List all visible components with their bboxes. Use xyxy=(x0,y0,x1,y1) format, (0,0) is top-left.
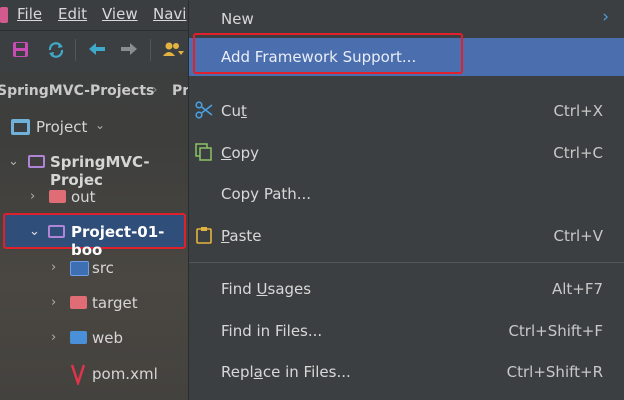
copy-icon xyxy=(195,143,212,161)
menu-item-replace-in-files[interactable]: Replace in Files... Ctrl+Shift+R xyxy=(189,353,624,391)
chevron-down-icon[interactable]: ⌄ xyxy=(29,224,40,239)
sync-icon[interactable] xyxy=(47,41,65,59)
ide-window: File Edit View Navi SpringMVC-Projects ›… xyxy=(0,0,190,400)
menu-item-find-in-files[interactable]: Find in Files... Ctrl+Shift+F xyxy=(189,312,624,350)
menu-item-label: New xyxy=(221,10,254,28)
main-toolbar xyxy=(0,31,190,71)
chevron-right-icon[interactable]: › xyxy=(30,189,35,204)
excluded-folder-icon xyxy=(70,296,87,309)
shortcut-label: Ctrl+Shift+R xyxy=(506,363,603,381)
tree-item-label: target xyxy=(92,294,138,312)
menu-item-find-usages[interactable]: Find Usages Alt+F7 xyxy=(189,270,624,308)
menu-item-cut[interactable]: Cut Ctrl+X xyxy=(189,92,624,130)
source-folder-icon xyxy=(70,261,89,276)
menu-file[interactable]: File xyxy=(17,5,42,23)
chevron-right-icon[interactable]: › xyxy=(51,295,56,310)
menu-item-copy-path[interactable]: Copy Path... xyxy=(189,175,624,213)
maven-file-icon xyxy=(70,364,86,385)
annotation-highlight-box xyxy=(193,33,463,74)
tree-item-web[interactable]: › web xyxy=(0,321,190,355)
toolbar-separator xyxy=(150,39,151,61)
tree-item-label: out xyxy=(71,188,96,206)
tree-item-out[interactable]: › out xyxy=(0,180,190,214)
menu-item-label: Replace in Files... xyxy=(221,363,351,381)
submenu-arrow-icon: › xyxy=(602,7,609,27)
shortcut-label: Alt+F7 xyxy=(551,280,603,298)
tree-item-pom[interactable]: pom.xml xyxy=(0,357,190,391)
back-arrow-icon[interactable] xyxy=(88,41,106,57)
shortcut-label: Ctrl+X xyxy=(553,102,603,120)
menu-navigate[interactable]: Navi xyxy=(153,5,186,23)
project-view-selector[interactable]: Project ⌄ xyxy=(0,110,190,144)
menu-item-label: Cut xyxy=(221,102,247,120)
breadcrumb-child[interactable]: Pr xyxy=(172,83,189,99)
breadcrumb-chevron-icon: › xyxy=(152,82,158,98)
tree-item-label: pom.xml xyxy=(92,365,158,383)
menu-edit[interactable]: Edit xyxy=(58,5,87,23)
menu-item-label: Copy xyxy=(221,144,260,162)
forward-arrow-icon[interactable] xyxy=(120,41,138,57)
menu-item-label: Find in Files... xyxy=(221,322,323,340)
menu-separator xyxy=(189,262,624,263)
shortcut-label: Ctrl+V xyxy=(553,227,603,245)
chevron-down-icon[interactable]: ⌄ xyxy=(8,154,19,169)
tree-item-target[interactable]: › target xyxy=(0,286,190,320)
chevron-down-icon: ⌄ xyxy=(95,118,106,132)
web-folder-icon xyxy=(70,331,87,344)
clipboard-icon xyxy=(196,227,212,244)
breadcrumb: SpringMVC-Projects › Pr xyxy=(0,75,190,105)
menu-view[interactable]: View xyxy=(102,5,138,23)
menu-item-label: Find Usages xyxy=(221,280,312,298)
menu-item-label: Copy Path... xyxy=(221,185,312,203)
tree-item-root-module[interactable]: ⌄ SpringMVC-Projec xyxy=(0,145,190,189)
users-icon[interactable] xyxy=(162,41,184,57)
module-folder-icon xyxy=(48,225,65,238)
save-all-icon[interactable] xyxy=(12,41,29,58)
main-menubar: File Edit View Navi xyxy=(0,0,190,31)
project-view-label: Project xyxy=(36,118,88,136)
excluded-folder-icon xyxy=(49,190,66,203)
app-logo-icon xyxy=(0,7,8,23)
module-folder-icon xyxy=(28,155,45,168)
shortcut-label: Ctrl+Shift+F xyxy=(508,322,603,340)
shortcut-label: Ctrl+C xyxy=(553,144,603,162)
menu-item-paste[interactable]: Paste Ctrl+V xyxy=(189,217,624,255)
context-menu: New › Add Framework Support... Cut Ctrl+… xyxy=(188,0,624,400)
project-view-icon xyxy=(11,119,30,135)
scissors-icon xyxy=(195,101,213,119)
menu-item-copy[interactable]: Copy Ctrl+C xyxy=(189,134,624,172)
tree-item-label: web xyxy=(92,329,124,347)
breadcrumb-root[interactable]: SpringMVC-Projects xyxy=(0,83,154,99)
chevron-right-icon[interactable]: › xyxy=(51,260,56,275)
chevron-right-icon[interactable]: › xyxy=(51,330,56,345)
tree-item-project-01[interactable]: ⌄ Project-01-boo xyxy=(0,215,190,259)
tree-item-label: src xyxy=(92,259,114,277)
menu-item-label: Paste xyxy=(221,227,262,245)
toolbar-separator xyxy=(75,39,76,61)
tree-item-src[interactable]: › src xyxy=(0,251,190,285)
